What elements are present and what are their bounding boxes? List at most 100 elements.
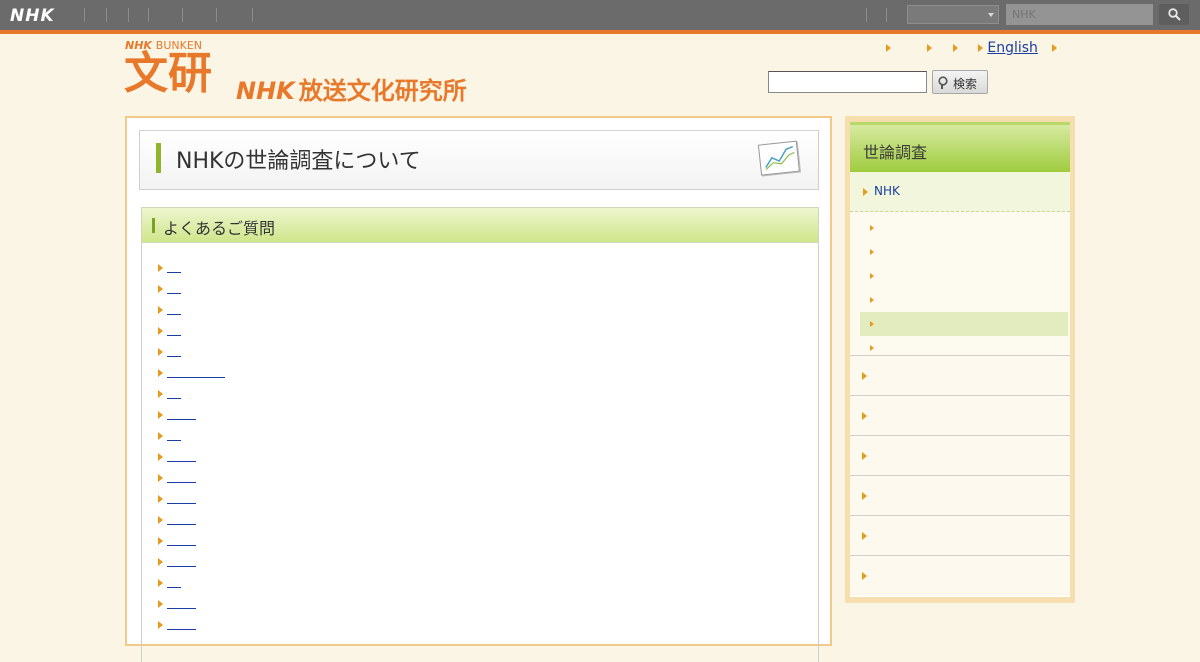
site-title-name: 放送文化研究所 xyxy=(298,77,467,105)
faq-link[interactable] xyxy=(167,428,181,441)
arrow-right-icon xyxy=(870,249,874,255)
arrow-right-icon xyxy=(158,390,163,398)
arrow-right-icon xyxy=(158,285,163,293)
faq-link[interactable] xyxy=(167,554,196,567)
faq-link[interactable] xyxy=(167,470,196,483)
nav-separator xyxy=(866,8,867,22)
faq-link[interactable] xyxy=(167,596,196,609)
arrow-right-icon xyxy=(158,558,163,566)
faq-link[interactable] xyxy=(167,407,196,420)
faq-link[interactable] xyxy=(167,512,196,525)
sidebar-submenu xyxy=(850,212,1070,356)
global-nav-bar: NHK xyxy=(0,0,1200,30)
page-title-box: NHKの世論調査について xyxy=(139,130,819,190)
sidebar-heading: 世論調査 xyxy=(863,143,928,162)
arrow-right-icon xyxy=(158,411,163,419)
arrow-right-icon xyxy=(158,327,163,335)
faq-link[interactable] xyxy=(167,260,181,273)
arrow-right-icon xyxy=(862,492,867,500)
sidebar-item[interactable] xyxy=(850,436,1070,476)
global-search-button[interactable] xyxy=(1159,4,1189,25)
sidebar-subitem[interactable] xyxy=(860,240,1068,264)
nav-separator xyxy=(182,8,183,22)
global-search-input[interactable] xyxy=(1006,4,1153,25)
arrow-right-icon xyxy=(158,306,163,314)
arrow-right-icon xyxy=(870,225,874,231)
faq-item xyxy=(158,554,225,575)
site-search-input[interactable] xyxy=(768,71,927,93)
header-link[interactable] xyxy=(895,42,911,54)
sidebar-subitem[interactable] xyxy=(860,216,1068,240)
sidebar-subitem-active[interactable] xyxy=(860,312,1068,336)
heading-accent-bar xyxy=(152,218,155,233)
arrow-right-icon xyxy=(158,369,163,377)
faq-item xyxy=(158,365,225,386)
sidebar-item[interactable] xyxy=(850,356,1070,396)
faq-link[interactable] xyxy=(167,617,196,630)
sidebar-subitem[interactable] xyxy=(860,288,1068,312)
faq-item xyxy=(158,344,225,365)
sidebar-item[interactable] xyxy=(850,396,1070,436)
sidebar-heading-bar[interactable]: 世論調査 xyxy=(850,122,1070,172)
arrow-right-icon xyxy=(862,532,867,540)
sidebar-item[interactable] xyxy=(850,476,1070,516)
search-icon xyxy=(938,76,948,89)
nav-separator xyxy=(886,8,887,22)
faq-link[interactable] xyxy=(167,533,196,546)
sidebar-panel: 世論調査 NHK xyxy=(850,122,1070,597)
faq-link[interactable] xyxy=(167,302,181,315)
faq-item xyxy=(158,323,225,344)
header-link-english[interactable]: English xyxy=(987,40,1038,56)
faq-heading-bar: よくあるご質問 xyxy=(141,207,819,243)
sidebar-item[interactable] xyxy=(850,556,1070,596)
sidebar-item[interactable] xyxy=(850,516,1070,556)
arrow-right-icon xyxy=(870,297,874,303)
title-accent-bar xyxy=(156,143,161,173)
faq-panel xyxy=(141,242,819,662)
site-title[interactable]: NHK 放送文化研究所 xyxy=(236,71,467,106)
arrow-right-icon xyxy=(870,273,874,279)
faq-item xyxy=(158,575,225,596)
arrow-right-icon xyxy=(1052,44,1058,52)
nav-separator xyxy=(106,8,107,22)
chevron-down-icon xyxy=(988,13,994,17)
arrow-right-icon xyxy=(158,621,163,629)
faq-link[interactable] xyxy=(167,281,181,294)
faq-item xyxy=(158,428,225,449)
faq-item xyxy=(158,281,225,302)
faq-link[interactable] xyxy=(167,323,181,336)
faq-link[interactable] xyxy=(167,386,181,399)
faq-item xyxy=(158,596,225,617)
arrow-right-icon xyxy=(158,453,163,461)
nav-separator xyxy=(84,8,85,22)
nav-separator xyxy=(252,8,253,22)
page-title: NHKの世論調査について xyxy=(176,149,421,174)
faq-link[interactable] xyxy=(167,449,196,462)
site-title-prefix: NHK xyxy=(236,77,295,105)
arrow-right-icon xyxy=(870,321,874,327)
arrow-right-icon xyxy=(870,345,874,351)
faq-heading: よくあるご質問 xyxy=(163,219,276,238)
arrow-right-icon xyxy=(886,44,891,52)
faq-link[interactable] xyxy=(167,575,181,588)
nhk-logo[interactable]: NHK xyxy=(10,6,55,26)
arrow-right-icon xyxy=(158,579,163,587)
faq-item xyxy=(158,260,225,281)
region-select[interactable] xyxy=(907,5,999,24)
arrow-right-icon xyxy=(862,572,867,580)
arrow-right-icon xyxy=(862,372,867,380)
faq-item xyxy=(158,512,225,533)
nav-separator xyxy=(128,8,129,22)
faq-link[interactable] xyxy=(167,491,196,504)
sidebar-subitem[interactable] xyxy=(860,264,1068,288)
sidebar-item-current[interactable]: NHK xyxy=(850,172,1070,212)
bunken-logo-kanji: 文研 xyxy=(124,48,212,99)
arrow-right-icon xyxy=(158,516,163,524)
arrow-right-icon xyxy=(863,188,868,196)
arrow-right-icon xyxy=(158,474,163,482)
faq-link[interactable] xyxy=(167,365,225,378)
faq-link[interactable] xyxy=(167,344,181,357)
site-search-button[interactable]: 検索 xyxy=(932,70,988,94)
faq-item xyxy=(158,491,225,512)
bunken-logo[interactable]: 文研 xyxy=(124,50,212,98)
